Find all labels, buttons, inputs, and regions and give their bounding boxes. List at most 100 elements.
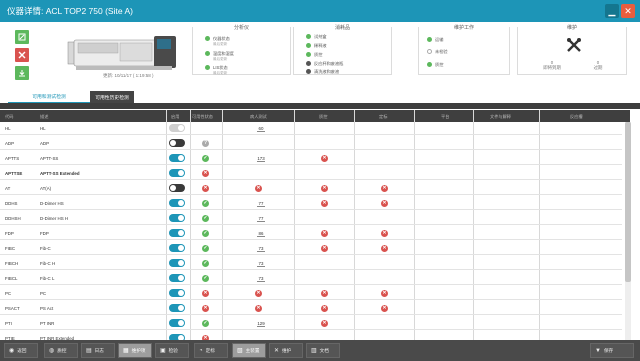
instrument-image — [67, 36, 176, 70]
error-icon: ✕ — [255, 305, 262, 312]
enable-toggle[interactable] — [169, 304, 185, 312]
toggle-knob — [178, 170, 184, 176]
table-row[interactable]: FDP FDP ✓ 86 ✕ ✕ — [0, 227, 622, 240]
cell-code: ADP — [5, 141, 15, 146]
consumable-item: 质控 — [306, 52, 322, 58]
toolbar-button[interactable]: ◉ 返回 — [4, 343, 38, 358]
toggle-knob — [178, 260, 184, 266]
cell-patient-count[interactable]: 173 — [257, 156, 265, 162]
cell-patient-count[interactable]: 86 — [257, 231, 265, 237]
enable-toggle[interactable] — [169, 169, 185, 177]
tab-availability-history[interactable]: 可用性历史检测 — [90, 91, 134, 103]
toolbar-button[interactable]: ▼ 保存 — [590, 343, 634, 358]
scrollbar-thumb[interactable] — [625, 122, 631, 282]
status-dot — [306, 61, 311, 66]
enable-toggle[interactable] — [169, 154, 185, 162]
toggle-knob — [178, 245, 184, 251]
cell-patient-count[interactable]: 73 — [257, 246, 265, 252]
cell-patient-count[interactable]: 77 — [257, 201, 265, 207]
cell-patient-count[interactable]: 77 — [257, 216, 265, 222]
error-icon: ✕ — [381, 305, 388, 312]
toggle-knob — [178, 290, 184, 296]
enable-toggle[interactable] — [169, 229, 185, 237]
enable-toggle[interactable] — [169, 184, 185, 192]
cell-description: ADP — [40, 141, 50, 146]
toolbar-button[interactable]: ▣ 检验 — [155, 343, 189, 358]
error-icon: ✕ — [381, 245, 388, 252]
enable-toggle[interactable] — [169, 199, 185, 207]
col-platform[interactable]: 平台 — [441, 114, 449, 120]
enable-toggle[interactable] — [169, 244, 185, 252]
enable-toggle[interactable] — [169, 319, 185, 327]
table-row[interactable]: DDHSH D-Dimer HS H ✓ 77 — [0, 212, 622, 225]
table-row[interactable]: PC PC ✕ ✕ ✕ ✕ — [0, 287, 622, 300]
table-row[interactable]: HL HL 60 — [0, 122, 622, 135]
cell-code: PSACT — [5, 306, 20, 311]
cell-description: PC — [40, 291, 47, 296]
close-button[interactable]: ✕ — [621, 4, 635, 18]
col-enabled[interactable]: 启用 — [171, 114, 179, 120]
cell-patient-count[interactable]: 129 — [257, 321, 265, 327]
cell-description: Fib-C — [40, 246, 51, 251]
download-button[interactable] — [15, 66, 29, 80]
col-qc[interactable]: 质控 — [319, 114, 327, 120]
table-row[interactable]: APTTS APTT-SS ✓ 173 ✕ — [0, 152, 622, 165]
toggle-knob — [178, 305, 184, 311]
edit-button[interactable] — [15, 30, 29, 44]
toolbar-button[interactable]: ▧ 主装置 — [232, 343, 266, 358]
col-patient[interactable]: 病人测试 — [250, 114, 267, 120]
col-code[interactable]: 代码 — [5, 114, 13, 120]
cell-patient-count[interactable]: 60 — [257, 126, 265, 132]
table-row[interactable]: FIBCH Fib-C H ✓ 73 — [0, 257, 622, 270]
tools-button[interactable] — [15, 48, 29, 62]
toolbar-icon: ▼ — [595, 347, 601, 354]
bottom-toolbar: ◉ 返回 ◍ 质控 ▤ 日志 ▦ 维护项 ▣ 检验 ◔ 定标 ▧ 主装置 ✕ 维护 ▥ 文档 ▼ 保存 — [0, 340, 640, 361]
table-row[interactable]: PTI PT INR ✓ 129 ✕ — [0, 317, 622, 330]
error-icon: ✕ — [381, 200, 388, 207]
cell-code: FDP — [5, 231, 14, 236]
toggle-knob — [178, 125, 184, 131]
cell-description: FDP — [40, 231, 49, 236]
error-icon: ✕ — [321, 185, 328, 192]
toolbar-button[interactable]: ✕ 维护 — [269, 343, 303, 358]
table-row[interactable]: DDHS D-Dimer HS ✓ 77 ✕ ✕ — [0, 197, 622, 210]
col-cuvette[interactable]: 反应槽 — [570, 114, 583, 120]
enable-toggle[interactable] — [169, 139, 185, 147]
cell-code: DDHSH — [5, 216, 21, 221]
consumables-title: 消耗品 — [294, 24, 391, 31]
toolbar-button[interactable]: ▥ 文档 — [306, 343, 340, 358]
col-calibration[interactable]: 定标 — [379, 114, 387, 120]
toolbar-label: 定标 — [205, 347, 215, 353]
toolbar-button[interactable]: ▤ 日志 — [81, 343, 115, 358]
table-row[interactable]: PSACT PS Act ✕ ✕ ✕ ✕ — [0, 302, 622, 315]
enable-toggle[interactable] — [169, 214, 185, 222]
table-row[interactable]: FIBC Fib-C ✓ 73 ✕ ✕ — [0, 242, 622, 255]
col-description[interactable]: 描述 — [40, 114, 48, 120]
col-availability[interactable]: 可用性状态 — [192, 114, 213, 120]
toolbar-button[interactable]: ◍ 质控 — [44, 343, 78, 358]
table-row[interactable]: AT AT(A) ✕ ✕ ✕ ✕ — [0, 182, 622, 195]
toolbar-button[interactable]: ◔ 定标 — [194, 343, 228, 358]
minimize-button[interactable]: ▁ — [605, 4, 619, 18]
col-files[interactable]: 文件与解释 — [490, 114, 511, 120]
tab-available-tests[interactable]: 可用和测试检测 — [8, 91, 90, 103]
cell-patient-count[interactable]: 73 — [257, 276, 265, 282]
table-row[interactable]: ADP ADP? — [0, 137, 622, 150]
enable-toggle[interactable] — [169, 274, 185, 282]
consumable-label: 试剂盒 — [314, 34, 327, 39]
table-row[interactable]: APTTSE APTT-SS Extended ✕ — [0, 167, 622, 180]
table-row[interactable]: FIBCL Fib-C L ✓ 73 — [0, 272, 622, 285]
enable-toggle[interactable] — [169, 289, 185, 297]
error-icon: ✕ — [321, 200, 328, 207]
table-header: 代码 描述 启用 可用性状态 病人测试 质控 定标 平台 文件与解释 反应槽 — [0, 110, 630, 122]
status-dot — [427, 49, 432, 54]
cell-patient-count[interactable]: 73 — [257, 261, 265, 267]
toggle-knob — [178, 230, 184, 236]
duty-label: 质控 — [435, 62, 444, 67]
analyzer-panel: 分析仪 仪器状态 最后更新 温度和湿度 最后更新 LIS状态 最后更新 — [192, 24, 291, 75]
toolbar-button[interactable]: ▦ 维护项 — [118, 343, 152, 358]
enable-toggle[interactable] — [169, 259, 185, 267]
consumable-item: 反应杯和废液瓶 — [306, 61, 343, 67]
question-icon: ? — [202, 140, 209, 147]
enable-toggle[interactable] — [169, 124, 185, 132]
